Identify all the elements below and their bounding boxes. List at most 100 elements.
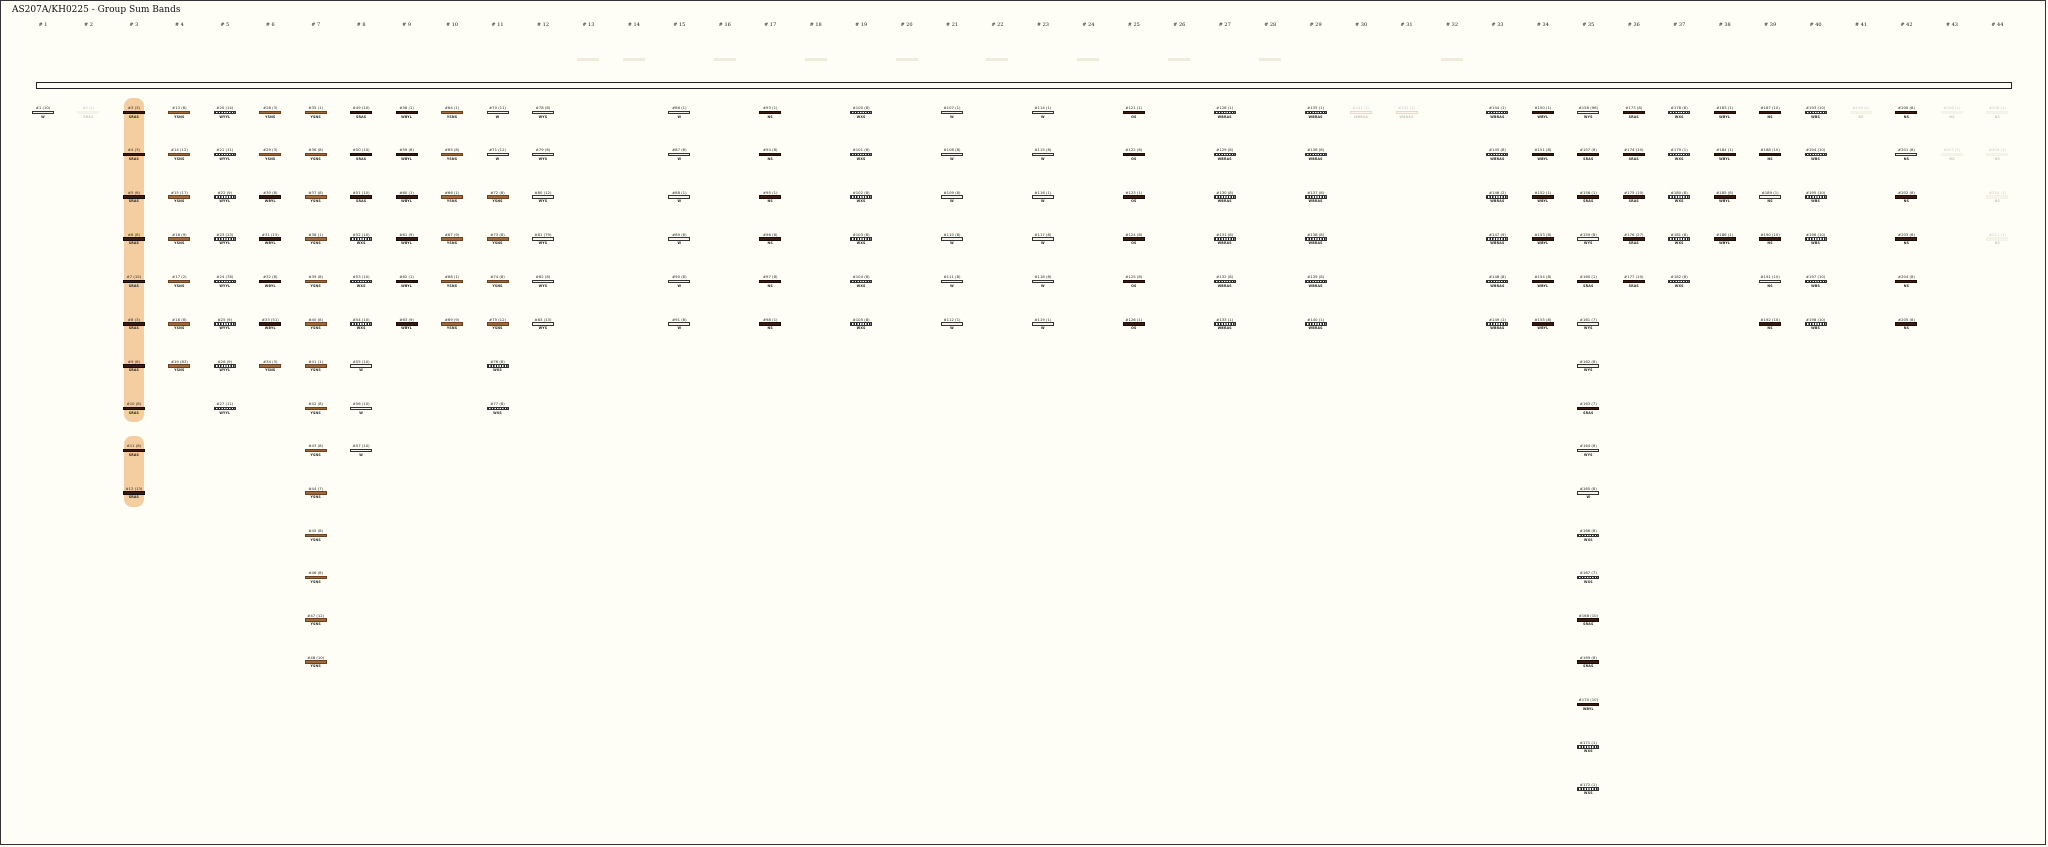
band-group[interactable]: #132 (8) WBRAS — [1213, 275, 1237, 288]
band-group[interactable]: #109 (8) W — [940, 190, 964, 203]
band-group[interactable]: #119 (1) W — [1031, 317, 1055, 330]
band-group[interactable]: #186 (1) WBYL — [1713, 232, 1737, 245]
band-group[interactable]: #178 (8) WXS — [1667, 106, 1691, 119]
band-group[interactable]: #10 (8) SRAS — [122, 402, 146, 415]
band-group[interactable]: #83 (13) WYS — [531, 317, 555, 330]
band-group[interactable]: #196 (10) WBS — [1804, 232, 1828, 245]
band-group[interactable]: #72 (8) YSNS — [486, 190, 510, 203]
band-group[interactable]: #24 (78) WYYL — [213, 275, 237, 288]
band-group[interactable]: #74 (8) YSNS — [486, 275, 510, 288]
band-group[interactable]: #153 (8) WBYL — [1531, 232, 1555, 245]
band-group[interactable]: #116 (1) W — [1031, 190, 1055, 203]
band-group[interactable]: #21 (11) WYYL — [213, 148, 237, 161]
band-group[interactable]: #197 (10) WBS — [1804, 275, 1828, 288]
band-group[interactable]: #195 (10) WBS — [1804, 190, 1828, 203]
band-group[interactable]: #167 (7) WXS — [1576, 571, 1600, 584]
band-group[interactable]: #108 (8) W — [940, 148, 964, 161]
band-group[interactable]: #14 (12) YSNS — [167, 148, 191, 161]
band-group[interactable]: #7 (15) SRAS — [122, 275, 146, 288]
band-group[interactable]: #204 (8) NS — [1894, 275, 1918, 288]
band-group[interactable]: #170 (10) WBYL — [1576, 698, 1600, 711]
band-group[interactable]: #149 (1) WBRAS — [1485, 317, 1509, 330]
band-group[interactable]: #33 (51) WBYL — [258, 317, 282, 330]
band-group[interactable]: #175 (10) SRAS — [1622, 190, 1646, 203]
band-group[interactable]: #208 (1) NS — [1985, 106, 2009, 119]
band-group[interactable]: #107 (1) W — [940, 106, 964, 119]
band-group[interactable]: #3 (3) SRAS — [122, 106, 146, 119]
band-group[interactable]: #157 (8) SRAS — [1576, 148, 1600, 161]
band-group[interactable]: #95 (1) NS — [758, 190, 782, 203]
band-group[interactable]: #42 (8) YSNS — [304, 402, 328, 415]
band-group[interactable]: #159 (8) WYS — [1576, 232, 1600, 245]
band-group[interactable]: #166 (8) WXS — [1576, 529, 1600, 542]
band-group[interactable]: #180 (8) WXS — [1667, 190, 1691, 203]
band-group[interactable]: #184 (1) WBYL — [1713, 148, 1737, 161]
band-group[interactable]: #137 (8) WBRAS — [1304, 190, 1328, 203]
band-group[interactable]: #39 (8) YSNS — [304, 275, 328, 288]
band-group[interactable]: #79 (8) WYS — [531, 148, 555, 161]
band-group[interactable]: #194 (10) WBS — [1804, 148, 1828, 161]
band-group[interactable]: #98 (1) NS — [758, 317, 782, 330]
band-group[interactable]: #68 (1) YSNS — [440, 275, 464, 288]
band-group[interactable]: #29 (3) YSNS — [258, 148, 282, 161]
band-group[interactable]: #182 (8) WXS — [1667, 275, 1691, 288]
band-group[interactable]: #190 (10) NS — [1758, 232, 1782, 245]
band-group[interactable]: #171 (1) WXS — [1576, 740, 1600, 753]
band-group[interactable]: #77 (8) WXS — [486, 402, 510, 415]
band-group[interactable]: #112 (1) W — [940, 317, 964, 330]
band-group[interactable]: #139 (8) WBRAS — [1304, 275, 1328, 288]
band-group[interactable]: #121 (1) OS — [1122, 106, 1146, 119]
band-group[interactable]: #115 (8) W — [1031, 148, 1055, 161]
band-group[interactable]: #52 (10) WXS — [349, 232, 373, 245]
band-group[interactable]: #174 (10) SRAS — [1622, 148, 1646, 161]
band-group[interactable]: #202 (8) NS — [1894, 190, 1918, 203]
band-group[interactable]: #187 (10) NS — [1758, 106, 1782, 119]
band-group[interactable]: #96 (8) NS — [758, 232, 782, 245]
band-group[interactable]: #73 (8) YSNS — [486, 232, 510, 245]
band-group[interactable]: #161 (7) WYS — [1576, 317, 1600, 330]
band-group[interactable]: #199 (1) NS — [1849, 106, 1873, 119]
band-group[interactable]: #51 (10) SRAS — [349, 190, 373, 203]
band-group[interactable]: #163 (7) SRAS — [1576, 402, 1600, 415]
band-group[interactable]: #31 (15) WBYL — [258, 232, 282, 245]
band-group[interactable]: #40 (8) YSNS — [304, 317, 328, 330]
band-group[interactable]: #94 (8) NS — [758, 148, 782, 161]
band-group[interactable]: #122 (8) OS — [1122, 148, 1146, 161]
band-group[interactable]: #156 (96) WYS — [1576, 106, 1600, 119]
band-group[interactable]: #6 (8) SRAS — [122, 232, 146, 245]
band-group[interactable]: #75 (12) YSNS — [486, 317, 510, 330]
band-group[interactable]: #28 (3) YSNS — [258, 106, 282, 119]
band-group[interactable]: #20 (14) WYYL — [213, 106, 237, 119]
band-group[interactable]: #12 (13) SRAS — [122, 486, 146, 499]
band-group[interactable]: #63 (9) WBYL — [395, 317, 419, 330]
band-group[interactable]: #152 (1) WBYL — [1531, 190, 1555, 203]
band-group[interactable]: #80 (12) WYS — [531, 190, 555, 203]
band-group[interactable]: #114 (1) W — [1031, 106, 1055, 119]
band-group[interactable]: #160 (1) SRAS — [1576, 275, 1600, 288]
band-group[interactable]: #61 (9) WBYL — [395, 232, 419, 245]
band-group[interactable]: #136 (8) WBRAS — [1304, 148, 1328, 161]
band-group[interactable]: #17 (2) YSNS — [167, 275, 191, 288]
band-group[interactable]: #46 (8) YSNS — [304, 571, 328, 584]
band-group[interactable]: #13 (8) YSNS — [167, 106, 191, 119]
band-group[interactable]: #172 (1) WXS — [1576, 782, 1600, 795]
band-group[interactable]: #8 (3) SRAS — [122, 317, 146, 330]
band-group[interactable]: #205 (8) NS — [1894, 317, 1918, 330]
band-group[interactable]: #2 (1) SRAS — [76, 106, 100, 119]
band-group[interactable]: #41 (1) YSNS — [304, 359, 328, 372]
band-group[interactable]: #111 (8) W — [940, 275, 964, 288]
band-group[interactable]: #37 (8) YSNS — [304, 190, 328, 203]
band-group[interactable]: #57 (10) W — [349, 444, 373, 457]
band-group[interactable]: #32 (8) WBYL — [258, 275, 282, 288]
band-group[interactable]: #27 (11) WYYL — [213, 402, 237, 415]
band-group[interactable]: #19 (83) YSNS — [167, 359, 191, 372]
band-group[interactable]: #150 (1) WBYL — [1531, 106, 1555, 119]
band-group[interactable]: #66 (1) YSNS — [440, 190, 464, 203]
band-group[interactable]: #64 (1) YSNS — [440, 106, 464, 119]
band-group[interactable]: #4 (3) SRAS — [122, 148, 146, 161]
band-group[interactable]: #168 (10) SRAS — [1576, 613, 1600, 626]
band-group[interactable]: #53 (10) WXS — [349, 275, 373, 288]
band-group[interactable]: #154 (8) WBYL — [1531, 275, 1555, 288]
band-group[interactable]: #11 (8) SRAS — [122, 444, 146, 457]
band-group[interactable]: #91 (8) W — [667, 317, 691, 330]
